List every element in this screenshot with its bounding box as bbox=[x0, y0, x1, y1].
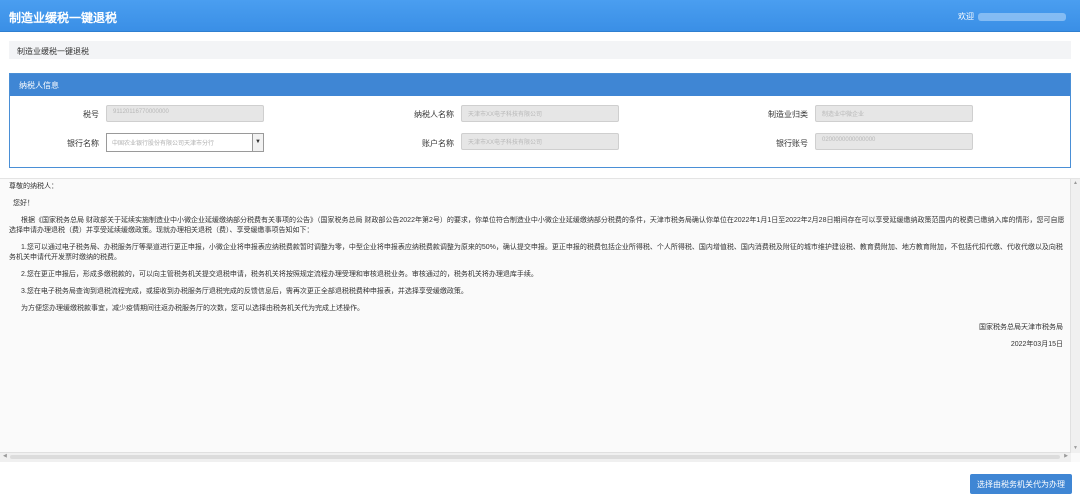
tax-id-field: 91120116770000000 bbox=[106, 105, 264, 122]
notice-signature: 国家税务总局天津市税务局 bbox=[979, 324, 1063, 331]
breadcrumb: 制造业缓税一键退税 bbox=[9, 41, 1071, 59]
notice-paragraph: 为方便您办理缓缴税款事宜，减少疫情期间往返办税服务厅的次数，您可以选择由税务机关… bbox=[21, 305, 364, 312]
breadcrumb-text: 制造业缓税一键退税 bbox=[17, 47, 89, 56]
app-header: 制造业缓税一键退税 欢迎 bbox=[0, 0, 1080, 32]
manufacturing-category-field: 制造业中微企业 bbox=[815, 105, 973, 122]
dropdown-arrow-icon[interactable]: ▼ bbox=[252, 134, 263, 151]
username-redacted bbox=[978, 12, 1066, 21]
scroll-left-icon[interactable]: ◀ bbox=[3, 453, 7, 459]
app-title: 制造业缓税一键退税 bbox=[9, 11, 118, 25]
tax-id-label: 税号 bbox=[83, 110, 99, 119]
bank-name-label: 银行名称 bbox=[67, 139, 99, 148]
notice-paragraph: 3.您在电子税务局查询到退税流程完成，或接收到办税服务厅退税完成的反馈信息后，需… bbox=[21, 288, 468, 295]
manufacturing-category-label: 制造业归类 bbox=[768, 110, 808, 119]
notice-paragraph: 2.您在更正申报后，形成多缴税款的，可以向主管税务机关提交退税申请，税务机关将按… bbox=[21, 271, 538, 278]
bank-name-select[interactable]: 中国农业银行股份有限公司天津市分行 ▼ bbox=[106, 133, 264, 152]
horizontal-scrollbar[interactable]: ◀ ▶ bbox=[0, 452, 1071, 462]
welcome-area: 欢迎 bbox=[958, 11, 1066, 22]
taxpayer-info-panel: 纳税人信息 税号 91120116770000000 纳税人名称 天津市XX电子… bbox=[9, 73, 1071, 168]
welcome-label: 欢迎 bbox=[958, 12, 974, 21]
notice-date: 2022年03月15日 bbox=[1010, 341, 1063, 348]
notice-panel: 尊敬的纳税人： 您好！ 根据《国家税务总局 财政部关于延续实施制造业中小微企业延… bbox=[0, 178, 1080, 462]
scroll-up-icon[interactable]: ▲ bbox=[1072, 180, 1079, 187]
bank-name-selected: 中国农业银行股份有限公司天津市分行 bbox=[112, 141, 215, 147]
account-name-field: 天津市XX电子科技有限公司 bbox=[461, 133, 619, 150]
vertical-scrollbar[interactable]: ▲ ▼ bbox=[1070, 179, 1080, 453]
account-name-label: 账户名称 bbox=[422, 139, 454, 148]
bank-account-field: 0200000000000000 bbox=[815, 133, 973, 150]
notice-salutation: 尊敬的纳税人： bbox=[9, 183, 58, 190]
notice-greeting: 您好！ bbox=[13, 200, 34, 207]
notice-paragraph: 根据《国家税务总局 财政部关于延续实施制造业中小微企业延缓缴纳部分税费有关事项的… bbox=[9, 217, 1065, 234]
notice-paragraph: 1.您可以通过电子税务局、办税服务厅等渠道进行更正申报，小微企业将申报表应纳税费… bbox=[9, 244, 1063, 261]
panel-title: 纳税人信息 bbox=[10, 74, 1070, 96]
notice-content: 尊敬的纳税人： 您好！ 根据《国家税务总局 财政部关于延续实施制造业中小微企业延… bbox=[9, 182, 1069, 350]
bank-account-label: 银行账号 bbox=[776, 139, 808, 148]
scrollbar-thumb[interactable] bbox=[10, 455, 1060, 459]
scroll-right-icon[interactable]: ▶ bbox=[1064, 453, 1068, 459]
delegate-to-tax-authority-button[interactable]: 选择由税务机关代为办理 bbox=[970, 474, 1072, 494]
taxpayer-name-label: 纳税人名称 bbox=[414, 110, 454, 119]
taxpayer-name-field: 天津市XX电子科技有限公司 bbox=[461, 105, 619, 122]
scroll-down-icon[interactable]: ▼ bbox=[1072, 445, 1079, 452]
